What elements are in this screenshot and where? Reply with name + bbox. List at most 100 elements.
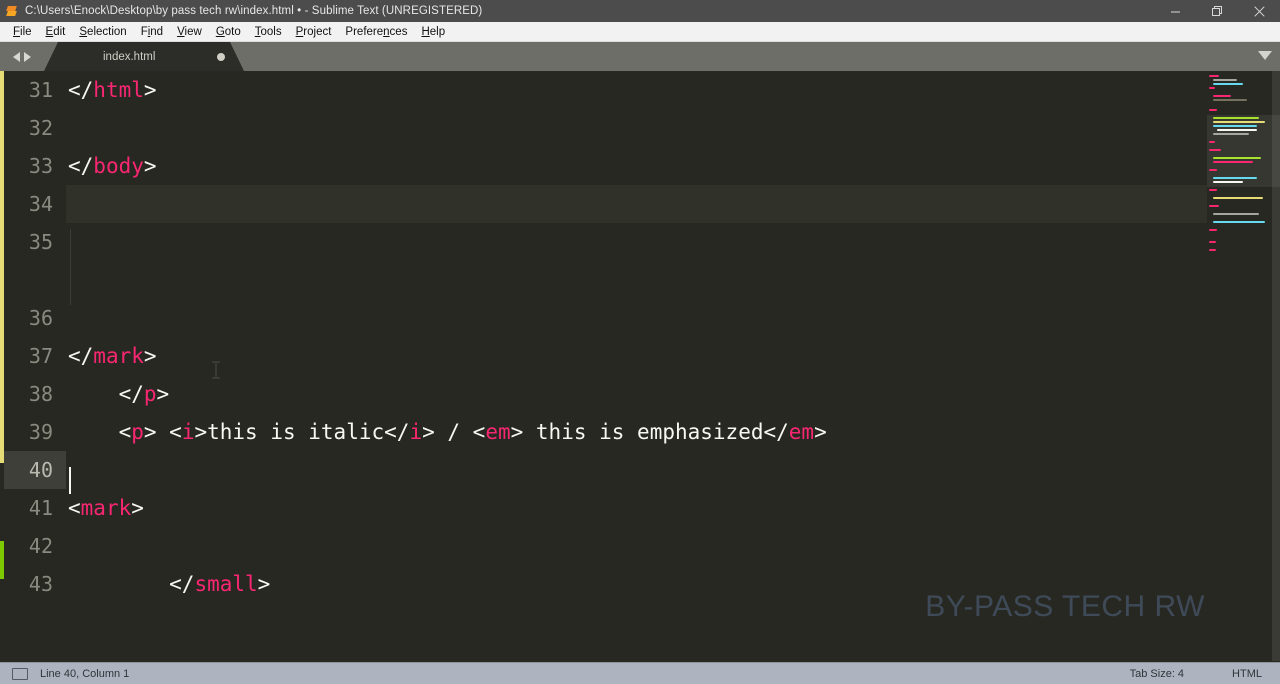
code-line[interactable] [66, 299, 1207, 337]
minimap-line [1209, 141, 1215, 143]
indent-guide [70, 267, 71, 305]
token-tagname: p [143, 382, 157, 406]
arrow-left-icon[interactable] [13, 51, 20, 62]
minimap-line [1213, 157, 1261, 159]
token-tagname: i [409, 420, 423, 444]
menu-item-help[interactable]: Help [414, 24, 452, 40]
editor-area: 31 32 33 34 35 36 37 38 39 40 41 42 43 </html> </body… [0, 71, 1280, 662]
minimap-line [1213, 133, 1249, 135]
token-tagname: i [181, 420, 195, 444]
token-punct: > [131, 496, 144, 520]
chevron-down-icon[interactable] [1258, 51, 1272, 60]
token-punct: > [143, 344, 157, 368]
status-bar-right: Tab Size: 4 HTML [1130, 663, 1280, 684]
minimap[interactable] [1207, 71, 1280, 662]
tab-bar: index.html [0, 42, 1280, 71]
token-punct: > [510, 420, 536, 444]
tab-dirty-indicator[interactable] [217, 53, 225, 61]
token-punct: > [814, 420, 827, 444]
menu-item-goto[interactable]: Goto [209, 24, 248, 40]
minimap-line [1209, 109, 1217, 111]
cursor-position[interactable]: Line 40, Column 1 [40, 668, 129, 680]
line-number: 36 [28, 306, 53, 330]
menu-item-project[interactable]: Project [289, 24, 339, 40]
tab-size[interactable]: Tab Size: 4 [1130, 668, 1184, 680]
tab-strip: index.html [44, 42, 1280, 71]
syntax-mode[interactable]: HTML [1232, 668, 1262, 680]
token-textc: this is italic [207, 420, 385, 444]
menu-item-find[interactable]: Find [134, 24, 170, 40]
code-line[interactable] [66, 223, 1207, 261]
token-tagname: em [485, 420, 511, 444]
tab-navigation[interactable] [0, 42, 44, 71]
line-number-gutter: 31 32 33 34 35 36 37 38 39 40 41 42 43 [4, 71, 66, 662]
mouse-pointer-icon [212, 361, 220, 379]
title-bar: C:\Users\Enock\Desktop\by pass tech rw\i… [0, 0, 1280, 22]
window-title: C:\Users\Enock\Desktop\by pass tech rw\i… [25, 5, 483, 17]
code-line[interactable]: <p> <i>this is italic</i> / <em> this is… [66, 413, 1207, 451]
minimap-line [1209, 87, 1215, 89]
code-line[interactable] [66, 185, 1207, 223]
line-number: 37 [28, 344, 53, 368]
line-number [4, 261, 66, 299]
line-number: 40 [4, 451, 66, 489]
restore-icon[interactable] [1196, 0, 1238, 22]
minimap-line [1209, 229, 1217, 231]
code-content[interactable]: </html> </body> </mark> </p> <p> <i>this i… [66, 71, 1207, 662]
minimap-line [1213, 213, 1259, 215]
token-textc: this is emphasized [535, 420, 764, 444]
token-tagname: body [93, 154, 144, 178]
watermark-text: BY-PASS TECH RW [925, 590, 1205, 623]
menu-item-preferences[interactable]: Preferences [338, 24, 414, 40]
minimap-line [1213, 197, 1263, 199]
minimap-line [1213, 121, 1265, 123]
line-number: 41 [28, 496, 53, 520]
minimap-line [1213, 83, 1243, 85]
code-line[interactable] [66, 527, 1207, 565]
arrow-right-icon[interactable] [24, 51, 31, 62]
token-punct: </ [384, 420, 410, 444]
code-line[interactable] [66, 109, 1207, 147]
code-line[interactable]: </html> [66, 71, 1207, 109]
minimap-line [1213, 161, 1253, 163]
status-bar: Line 40, Column 1 Tab Size: 4 HTML [0, 662, 1280, 684]
token-tagname: em [788, 420, 815, 444]
minimap-line [1209, 249, 1216, 251]
token-punct: </ [68, 154, 94, 178]
minimap-line [1217, 129, 1257, 131]
token-tagname: p [131, 420, 144, 444]
line-number: 34 [28, 192, 53, 216]
tab-index-html[interactable]: index.html [44, 42, 244, 71]
code-line[interactable]: </p> [66, 375, 1207, 413]
token-punct: </ [68, 344, 94, 368]
minimap-line [1209, 205, 1219, 207]
menu-item-selection[interactable]: Selection [72, 24, 133, 40]
menu-item-view[interactable]: View [170, 24, 209, 40]
minimap-line [1209, 169, 1217, 171]
menu-item-file[interactable]: File [6, 24, 39, 40]
token-punct: < [68, 420, 132, 444]
code-line[interactable] [66, 451, 1207, 489]
menu-item-tools[interactable]: Tools [248, 24, 289, 40]
code-line[interactable]: </body> [66, 147, 1207, 185]
line-number: 35 [28, 230, 53, 254]
window-icon [12, 667, 28, 680]
token-punct: </ [68, 382, 144, 406]
minimap-line [1213, 79, 1237, 81]
token-tagname: html [93, 78, 144, 102]
close-icon[interactable] [1238, 0, 1280, 22]
window-controls [1154, 0, 1280, 22]
token-tagname: mark [80, 496, 132, 520]
menu-bar: File Edit Selection Find View Goto Tools Projec… [0, 22, 1280, 42]
token-punct: > [257, 572, 271, 596]
code-line[interactable]: </mark> [66, 337, 1207, 375]
tab-label: index.html [103, 50, 156, 63]
token-punct: > [156, 382, 170, 406]
minimize-icon[interactable] [1154, 0, 1196, 22]
code-line[interactable]: <mark> [66, 489, 1207, 527]
token-punct: > [143, 78, 157, 102]
menu-item-edit[interactable]: Edit [39, 24, 73, 40]
code-line[interactable] [66, 261, 1207, 299]
minimap-line [1213, 177, 1257, 179]
minimap-line [1213, 221, 1265, 223]
